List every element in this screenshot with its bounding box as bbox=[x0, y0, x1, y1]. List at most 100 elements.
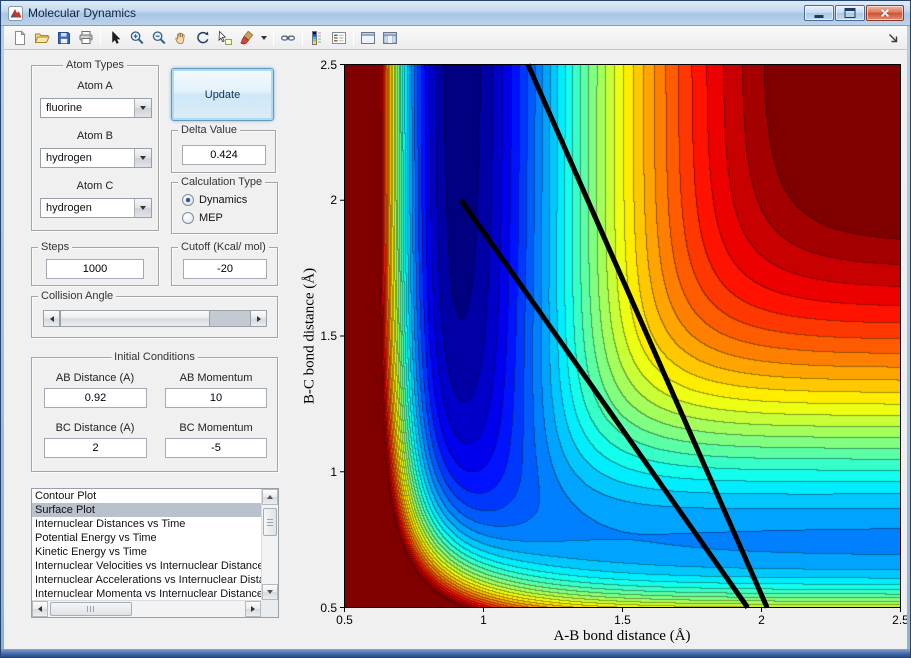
toolbar-separator bbox=[100, 29, 101, 46]
scroll-right-arrow-icon bbox=[251, 606, 255, 612]
initial-conditions-panel: Initial Conditions AB Distance (A) AB Mo… bbox=[31, 351, 278, 472]
plot-type-list[interactable]: Contour Plot Surface Plot Internuclear Dis… bbox=[31, 488, 279, 618]
list-item[interactable]: Surface Plot bbox=[32, 503, 261, 517]
toolbar-separator bbox=[302, 29, 303, 46]
slider-track[interactable] bbox=[210, 311, 250, 326]
list-item[interactable]: Kinetic Energy vs Time bbox=[32, 545, 261, 559]
data-cursor-icon bbox=[218, 30, 232, 45]
data-cursor-button[interactable] bbox=[214, 27, 236, 49]
chevron-down-icon[interactable] bbox=[134, 199, 151, 217]
print-button[interactable] bbox=[75, 27, 97, 49]
horizontal-scroll-thumb[interactable] bbox=[50, 602, 132, 616]
x-tick-label: 1 bbox=[480, 613, 487, 627]
delta-value-input[interactable] bbox=[182, 145, 266, 165]
rotate-icon bbox=[197, 31, 209, 43]
cutoff-panel: Cutoff (Kcal/ mol) bbox=[171, 241, 278, 286]
bc-distance-input[interactable] bbox=[44, 438, 147, 458]
brush-button[interactable] bbox=[236, 27, 258, 49]
ab-momentum-input[interactable] bbox=[165, 388, 267, 408]
link-plot-button[interactable] bbox=[277, 27, 299, 49]
contour-plot-canvas[interactable] bbox=[344, 64, 901, 608]
atom-a-label: Atom A bbox=[77, 80, 113, 92]
hand-icon bbox=[175, 32, 185, 44]
dynamics-radio-row[interactable]: Dynamics bbox=[182, 193, 247, 207]
mep-radio-row[interactable]: MEP bbox=[182, 211, 223, 225]
list-item[interactable]: Contour Plot bbox=[32, 489, 261, 503]
edit-plot-button[interactable] bbox=[104, 27, 126, 49]
slider-thumb[interactable] bbox=[60, 311, 210, 326]
scroll-up-button[interactable] bbox=[262, 489, 278, 505]
y-tick-label: 0.5 bbox=[320, 600, 337, 615]
delta-value-panel-title: Delta Value bbox=[178, 124, 241, 136]
bc-distance-label: BC Distance (A) bbox=[55, 422, 135, 434]
atom-b-dropdown[interactable]: hydrogen bbox=[40, 148, 152, 168]
window-title: Molecular Dynamics bbox=[28, 6, 137, 20]
calculation-type-panel-title: Calculation Type bbox=[178, 176, 266, 188]
insert-colorbar-button[interactable] bbox=[306, 27, 328, 49]
hide-plot-tools-button[interactable] bbox=[357, 27, 379, 49]
dynamics-radio-button[interactable] bbox=[182, 194, 194, 206]
show-plot-tools-button[interactable] bbox=[379, 27, 401, 49]
chevron-down-icon[interactable] bbox=[134, 99, 151, 117]
steps-panel: Steps bbox=[31, 241, 159, 286]
atom-c-dropdown[interactable]: hydrogen bbox=[40, 198, 152, 218]
update-button[interactable]: Update bbox=[171, 68, 274, 121]
insert-legend-button[interactable] bbox=[328, 27, 350, 49]
list-item[interactable]: Internuclear Momenta vs Internuclear Dis… bbox=[32, 587, 261, 600]
calculation-type-panel: Calculation Type Dynamics MEP bbox=[171, 176, 278, 234]
cutoff-panel-title: Cutoff (Kcal/ mol) bbox=[178, 241, 269, 253]
list-item[interactable]: Internuclear Velocities vs Internuclear … bbox=[32, 559, 261, 573]
list-item[interactable]: Potential Energy vs Time bbox=[32, 531, 261, 545]
steps-panel-title: Steps bbox=[38, 241, 73, 253]
scroll-left-button[interactable] bbox=[32, 601, 48, 617]
printer-icon bbox=[79, 30, 93, 44]
bc-momentum-input[interactable] bbox=[165, 438, 267, 458]
mep-radio-label: MEP bbox=[199, 212, 223, 224]
window-frame-left bbox=[1, 26, 4, 657]
close-button[interactable] bbox=[866, 5, 904, 21]
mep-radio-button[interactable] bbox=[182, 212, 194, 224]
list-item[interactable]: Internuclear Accelerations vs Internucle… bbox=[32, 573, 261, 587]
collision-angle-slider[interactable] bbox=[43, 310, 267, 327]
legend-icon bbox=[332, 31, 346, 44]
colorbar-icon bbox=[312, 30, 321, 45]
scrollbar-corner bbox=[261, 600, 278, 617]
ab-distance-input[interactable] bbox=[44, 388, 147, 408]
chevron-down-icon[interactable] bbox=[134, 149, 151, 167]
atom-a-dropdown[interactable]: fluorine bbox=[40, 98, 152, 118]
new-figure-button[interactable] bbox=[9, 27, 31, 49]
zoom-out-icon bbox=[152, 30, 166, 44]
zoom-out-button[interactable] bbox=[148, 27, 170, 49]
open-file-button[interactable] bbox=[31, 27, 53, 49]
rotate-3d-button[interactable] bbox=[192, 27, 214, 49]
zoom-in-button[interactable] bbox=[126, 27, 148, 49]
save-figure-button[interactable] bbox=[53, 27, 75, 49]
steps-input[interactable] bbox=[46, 259, 144, 279]
brush-dropdown-button[interactable] bbox=[258, 27, 270, 49]
atom-b-label: Atom B bbox=[76, 130, 114, 142]
chain-link-icon bbox=[281, 35, 295, 41]
scroll-down-button[interactable] bbox=[262, 584, 278, 600]
pointer-arrow-icon bbox=[112, 30, 121, 44]
restore-button[interactable] bbox=[835, 5, 865, 21]
list-horizontal-scrollbar[interactable] bbox=[32, 600, 261, 617]
list-items: Contour Plot Surface Plot Internuclear Dis… bbox=[32, 489, 261, 600]
slider-right-arrow-icon[interactable] bbox=[250, 311, 266, 326]
atom-types-panel: Atom Types Atom A fluorine Atom B hydrog… bbox=[31, 59, 159, 231]
title-bar[interactable]: Molecular Dynamics bbox=[1, 1, 910, 26]
pan-button[interactable] bbox=[170, 27, 192, 49]
atom-c-value: hydrogen bbox=[46, 202, 92, 214]
floppy-disk-icon bbox=[58, 31, 70, 44]
scroll-right-button[interactable] bbox=[245, 601, 261, 617]
chevron-down-icon bbox=[261, 35, 267, 40]
cutoff-input[interactable] bbox=[183, 259, 267, 279]
collision-angle-panel-title: Collision Angle bbox=[38, 290, 117, 302]
dock-figure-icon[interactable] bbox=[887, 32, 899, 44]
atom-c-label: Atom C bbox=[76, 180, 114, 192]
list-item[interactable]: Internuclear Distances vs Time bbox=[32, 517, 261, 531]
list-vertical-scrollbar[interactable] bbox=[261, 489, 278, 600]
atom-types-panel-title: Atom Types bbox=[63, 59, 127, 71]
vertical-scroll-thumb[interactable] bbox=[263, 508, 277, 536]
slider-left-arrow-icon[interactable] bbox=[44, 311, 60, 326]
minimize-button[interactable] bbox=[804, 5, 834, 21]
